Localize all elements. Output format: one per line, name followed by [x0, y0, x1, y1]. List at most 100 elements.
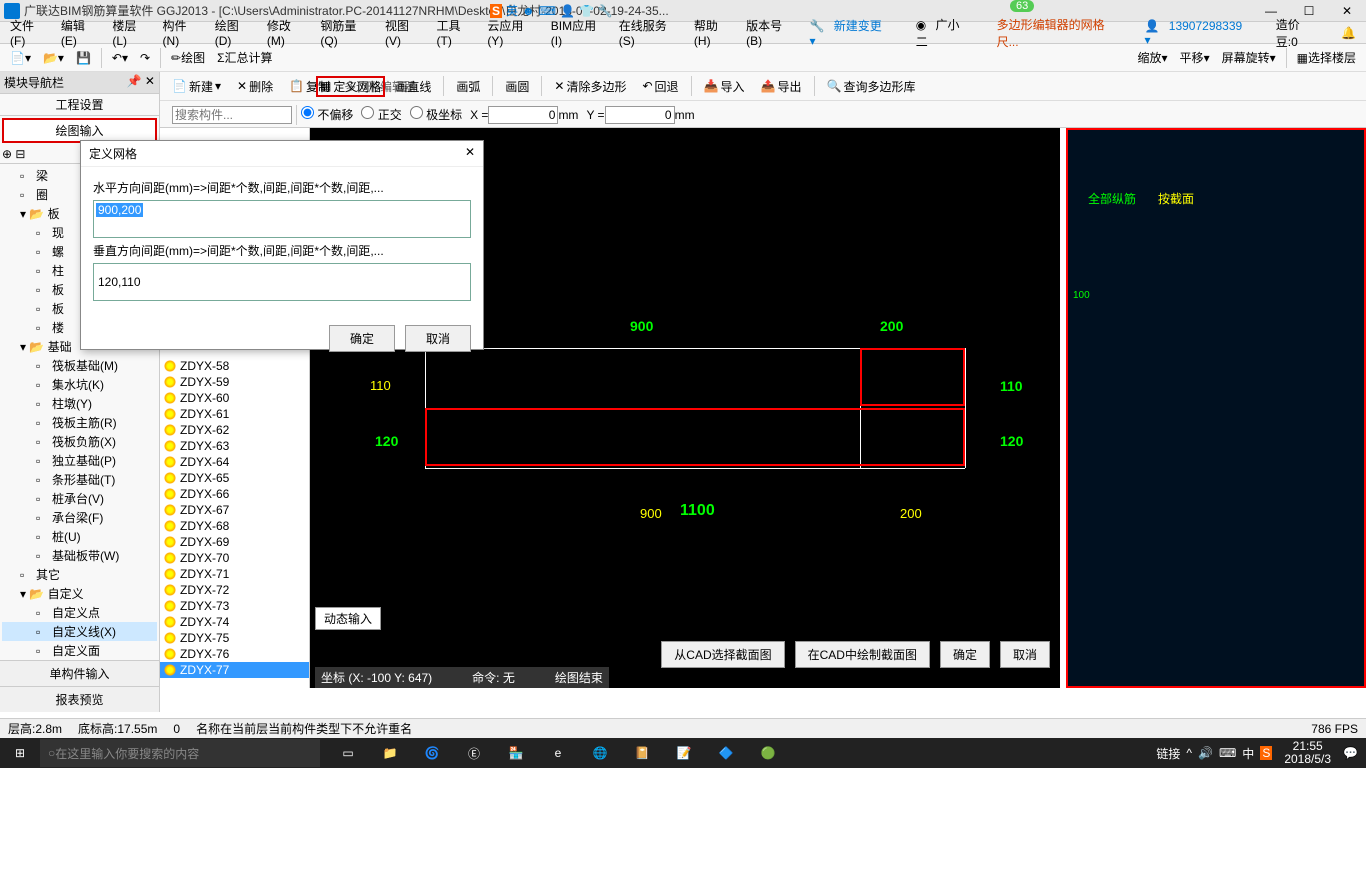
task-icon[interactable]: 🌀	[412, 738, 452, 768]
list-item[interactable]: ZDYX-59	[160, 374, 309, 390]
polar-radio[interactable]: 极坐标	[410, 106, 462, 123]
tree-node[interactable]: ▫ 条形基础(T)	[2, 470, 157, 489]
redo-icon[interactable]: ↷	[136, 49, 154, 67]
menu-floor[interactable]: 楼层(L)	[106, 17, 156, 48]
menu-rebar[interactable]: 钢筋量(Q)	[314, 17, 379, 48]
list-item[interactable]: ZDYX-77	[160, 662, 309, 678]
user-phone[interactable]: 👤 13907298339 ▾	[1139, 19, 1262, 47]
draw-button[interactable]: ✏ 绘图	[167, 47, 209, 68]
list-item[interactable]: ZDYX-65	[160, 470, 309, 486]
tree-node[interactable]: ▫ 柱墩(Y)	[2, 394, 157, 413]
in-cad-button[interactable]: 在CAD中绘制截面图	[795, 641, 930, 668]
dialog-cancel-button[interactable]: 取消	[405, 325, 471, 352]
draw-arc-button[interactable]: 画弧	[450, 76, 486, 97]
task-icon[interactable]: 🏪	[496, 738, 536, 768]
draw-line-button[interactable]: 画直线	[389, 76, 437, 97]
save-icon[interactable]: 💾	[72, 49, 95, 67]
list-item[interactable]: ZDYX-69	[160, 534, 309, 550]
list-item[interactable]: ZDYX-62	[160, 422, 309, 438]
tray-icon[interactable]: 🔊	[1198, 746, 1213, 760]
list-item[interactable]: ZDYX-63	[160, 438, 309, 454]
horiz-input[interactable]: 900,200	[93, 200, 471, 238]
x-input[interactable]	[488, 106, 558, 124]
cancel-button[interactable]: 取消	[1000, 641, 1050, 668]
tray-icon[interactable]: ⌨	[1219, 746, 1236, 760]
menu-online[interactable]: 在线服务(S)	[613, 17, 688, 48]
list-item[interactable]: ZDYX-76	[160, 646, 309, 662]
menu-cloud[interactable]: 云应用(Y)	[481, 17, 544, 48]
dynamic-input-button[interactable]: 动态输入	[315, 607, 381, 630]
menu-edit[interactable]: 编辑(E)	[55, 17, 107, 48]
delete-poly-button[interactable]: ✕ 删除	[231, 76, 279, 97]
ime-icon[interactable]: ☻	[522, 4, 535, 18]
tree-node[interactable]: ▫ 自定义点	[2, 603, 157, 622]
expand-icon[interactable]: ⊕	[2, 147, 12, 161]
task-icon[interactable]: 📝	[664, 738, 704, 768]
task-icon[interactable]: Ⓔ	[454, 738, 494, 768]
taskbar-search[interactable]: ○ 在这里输入你要搜索的内容	[40, 739, 320, 767]
ok-button[interactable]: 确定	[940, 641, 990, 668]
user-radio[interactable]: ◉ 广小二	[910, 16, 983, 50]
task-icon[interactable]: 🟢	[748, 738, 788, 768]
menu-component[interactable]: 构件(N)	[157, 17, 209, 48]
tray-sogou-icon[interactable]: S	[1260, 746, 1272, 760]
menu-file[interactable]: 文件(F)	[4, 17, 55, 48]
menu-help[interactable]: 帮助(H)	[688, 17, 740, 48]
undo-icon[interactable]: ↶▾	[108, 49, 132, 67]
vert-input[interactable]	[93, 263, 471, 301]
undo-poly-button[interactable]: ↶ 回退	[636, 76, 684, 97]
report-preview-tab[interactable]: 报表预览	[0, 686, 159, 712]
tray-icon[interactable]: ^	[1186, 746, 1192, 760]
ortho-radio[interactable]: 正交	[361, 106, 401, 123]
single-input-tab[interactable]: 单构件输入	[0, 660, 159, 686]
zoom-button[interactable]: 缩放 ▾	[1134, 47, 1172, 68]
tree-node[interactable]: ▫ 筏板负筋(X)	[2, 432, 157, 451]
task-icon[interactable]: ▭	[328, 738, 368, 768]
tree-node[interactable]: ▾ 📂 自定义	[2, 584, 157, 603]
list-item[interactable]: ZDYX-68	[160, 518, 309, 534]
new-change-button[interactable]: 🔧 新建变更 ▾	[803, 17, 901, 48]
list-item[interactable]: ZDYX-60	[160, 390, 309, 406]
clear-poly-button[interactable]: ✕ 清除多边形	[548, 76, 632, 97]
menu-modify[interactable]: 修改(M)	[261, 17, 314, 48]
list-items[interactable]: ZDYX-58ZDYX-59ZDYX-60ZDYX-61ZDYX-62ZDYX-…	[160, 358, 309, 888]
tree-node[interactable]: ▫ 集水坑(K)	[2, 375, 157, 394]
tray-icon[interactable]: 中	[1242, 745, 1254, 762]
list-item[interactable]: ZDYX-72	[160, 582, 309, 598]
list-item[interactable]: ZDYX-61	[160, 406, 309, 422]
task-icon[interactable]: e	[538, 738, 578, 768]
open-icon[interactable]: 📂▾	[39, 49, 68, 67]
bell-icon[interactable]: 🔔	[1335, 26, 1362, 40]
list-item[interactable]: ZDYX-67	[160, 502, 309, 518]
project-settings-tab[interactable]: 工程设置	[0, 94, 159, 116]
list-item[interactable]: ZDYX-73	[160, 598, 309, 614]
ime-icon[interactable]: ⌨	[539, 4, 556, 18]
list-item[interactable]: ZDYX-71	[160, 566, 309, 582]
list-item[interactable]: ZDYX-74	[160, 614, 309, 630]
list-item[interactable]: ZDYX-66	[160, 486, 309, 502]
ime-icon[interactable]: 🔧	[598, 4, 613, 18]
task-icon[interactable]: 📁	[370, 738, 410, 768]
menu-view[interactable]: 视图(V)	[379, 17, 431, 48]
tree-node[interactable]: ▫ 独立基础(P)	[2, 451, 157, 470]
list-item[interactable]: ZDYX-70	[160, 550, 309, 566]
task-icon[interactable]: 📔	[622, 738, 662, 768]
dialog-ok-button[interactable]: 确定	[329, 325, 395, 352]
collapse-icon[interactable]: ⊟	[15, 147, 25, 161]
menu-draw[interactable]: 绘图(D)	[209, 17, 261, 48]
from-cad-button[interactable]: 从CAD选择截面图	[661, 641, 784, 668]
task-icon[interactable]: 🔷	[706, 738, 746, 768]
define-grid-button[interactable]: ▦ 定义网格	[316, 76, 385, 97]
new-poly-button[interactable]: 📄 新建▾	[166, 76, 227, 97]
offset-none-radio[interactable]: 不偏移	[301, 106, 353, 123]
menu-version[interactable]: 版本号(B)	[740, 17, 803, 48]
tree-node[interactable]: ▫ 筏板主筋(R)	[2, 413, 157, 432]
tree-node[interactable]: ▫ 桩承台(V)	[2, 489, 157, 508]
tree-node[interactable]: ▫ 其它	[2, 565, 157, 584]
query-polylib-button[interactable]: 🔍 查询多边形库	[821, 76, 922, 97]
select-floor-button[interactable]: ▦ 选择楼层	[1293, 47, 1360, 68]
sogou-icon[interactable]: S	[490, 4, 502, 18]
dialog-close-icon[interactable]: ✕	[465, 145, 475, 162]
list-item[interactable]: ZDYX-58	[160, 358, 309, 374]
menu-tools[interactable]: 工具(T)	[431, 17, 482, 48]
